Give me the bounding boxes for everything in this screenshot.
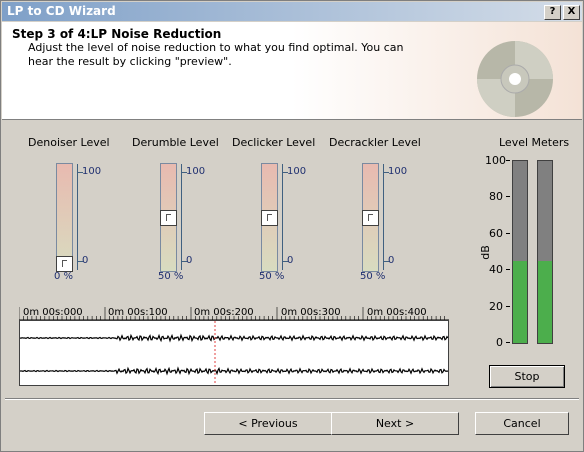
slider-scale — [181, 164, 187, 270]
slider-value: 0 % — [54, 271, 74, 282]
slider-value: 50 % — [259, 271, 285, 282]
footer-divider — [5, 398, 579, 400]
previous-button[interactable]: < Previous — [204, 412, 332, 435]
slider-label: Denoiser Level — [28, 136, 110, 149]
scale-min: 0 — [186, 255, 193, 266]
step-description: Adjust the level of noise reduction to w… — [28, 41, 404, 68]
meter-scale-label: 0 — [496, 336, 503, 349]
help-button[interactable]: ? — [544, 5, 561, 20]
meter-tick — [506, 232, 510, 234]
slider-thumb[interactable] — [261, 210, 278, 226]
meter-scale-label: 60 — [489, 226, 503, 240]
slider-value: 50 % — [360, 271, 386, 282]
slider-label: Derumble Level — [132, 136, 219, 149]
meter-scale-label: 80 — [489, 190, 503, 204]
waveform-view[interactable] — [19, 320, 449, 386]
scale-min: 0 — [287, 255, 294, 266]
wizard-header: Step 3 of 4:LP Noise Reduction Adjust th… — [2, 22, 582, 120]
level-meter-right — [537, 160, 553, 344]
waveform — [19, 321, 449, 385]
scale-max: 100 — [186, 166, 206, 177]
slider-thumb[interactable] — [362, 210, 379, 226]
timeline-label: 0m 00s:400 — [367, 307, 427, 318]
scale-min: 0 — [82, 255, 89, 266]
wizard-window: LP to CD Wizard ? X Step 3 of 4:LP Noise… — [0, 0, 584, 452]
title-bar: LP to CD Wizard ? X — [2, 2, 582, 21]
scale-min: 0 — [388, 255, 395, 266]
timeline-label: 0m 00s:000 — [23, 307, 83, 318]
meter-fill — [538, 261, 552, 343]
timeline-label: 0m 00s:200 — [194, 307, 254, 318]
meter-tick — [506, 342, 510, 343]
slider-thumb[interactable] — [56, 256, 73, 272]
meter-tick — [506, 196, 510, 198]
step-title: Step 3 of 4:LP Noise Reduction — [12, 27, 222, 41]
slider-track[interactable] — [56, 163, 73, 272]
slider-track[interactable] — [362, 163, 379, 272]
meter-scale-label: 100 — [485, 154, 506, 167]
level-meters-title: Level Meters — [499, 136, 570, 149]
meter-tick — [506, 269, 510, 271]
meter-fill — [513, 261, 527, 343]
slider-track[interactable] — [160, 163, 177, 272]
slider-scale — [77, 164, 83, 270]
slider-value: 50 % — [158, 271, 184, 282]
stop-button[interactable]: Stop — [489, 365, 565, 388]
slider-label: Decrackler Level — [329, 136, 421, 149]
meter-tick — [506, 305, 510, 307]
meter-scale-label: 40 — [489, 263, 503, 277]
next-button[interactable]: Next > — [331, 412, 459, 435]
scale-max: 100 — [388, 166, 408, 177]
slider-label: Declicker Level — [232, 136, 316, 149]
window-title: LP to CD Wizard — [7, 4, 116, 18]
cd-disc-icon — [477, 41, 553, 117]
slider-scale — [383, 164, 389, 270]
scale-max: 100 — [287, 166, 307, 177]
timeline-label: 0m 00s:100 — [108, 307, 168, 318]
meter-scale-label: 20 — [489, 299, 503, 313]
slider-thumb[interactable] — [160, 210, 177, 226]
level-meter-left — [512, 160, 528, 344]
meter-tick — [506, 160, 510, 161]
timeline-label: 0m 00s:300 — [281, 307, 341, 318]
db-unit-label: dB — [478, 245, 492, 260]
cancel-button[interactable]: Cancel — [475, 412, 569, 435]
scale-max: 100 — [82, 166, 102, 177]
close-button[interactable]: X — [563, 5, 580, 20]
slider-track[interactable] — [261, 163, 278, 272]
slider-scale — [282, 164, 288, 270]
